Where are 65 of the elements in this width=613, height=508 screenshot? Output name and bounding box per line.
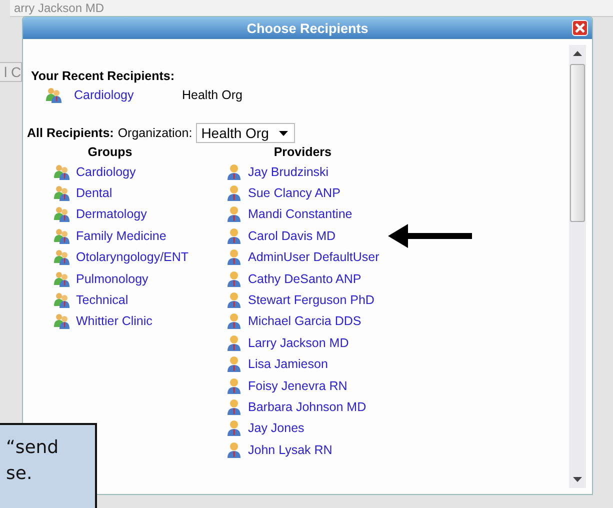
group-icon	[54, 313, 70, 330]
group-link[interactable]: Dermatology	[76, 207, 147, 222]
provider-link[interactable]: John Lysak RN	[248, 442, 332, 457]
provider-link[interactable]: Lisa Jamieson	[248, 357, 328, 372]
dropdown-caret-icon	[278, 130, 288, 136]
person-icon	[226, 334, 242, 351]
group-icon	[54, 206, 70, 222]
organization-name: Health Org	[182, 88, 242, 102]
provider-link[interactable]: Foisy Jenevra RN	[248, 378, 348, 393]
provider-link[interactable]: Larry Jackson MD	[248, 336, 349, 350]
group-link[interactable]: Technical	[76, 293, 128, 308]
arrow-icon	[388, 224, 472, 248]
window-title: Choose Recipients	[246, 20, 368, 36]
organization-dropdown[interactable]: Health Org	[196, 123, 295, 143]
column-heading: Groups	[86, 144, 134, 161]
person-icon	[226, 356, 242, 372]
person-icon	[226, 185, 242, 202]
provider-link[interactable]: AdminUser DefaultUser	[248, 250, 380, 264]
scroll-up-icon[interactable]	[573, 51, 582, 56]
person-icon	[226, 378, 242, 394]
provider-link[interactable]: Carol Davis MD	[248, 228, 336, 243]
group-icon	[46, 87, 62, 103]
provider-link[interactable]: Mandi Constantine	[248, 207, 352, 222]
person-icon	[226, 420, 242, 436]
provider-link[interactable]: Michael Garcia DDS	[248, 314, 362, 328]
group-icon	[54, 249, 70, 266]
provider-link[interactable]: Cathy DeSanto ANP	[248, 272, 362, 286]
group-link[interactable]: Pulmonology	[76, 272, 148, 286]
person-icon	[226, 292, 242, 308]
person-icon	[226, 249, 242, 266]
group-link[interactable]: Whittier Clinic	[76, 314, 152, 328]
person-icon	[226, 313, 242, 330]
close-icon	[574, 22, 586, 34]
close-button[interactable]	[572, 20, 588, 36]
person-icon	[226, 270, 242, 287]
provider-link[interactable]: Stewart Ferguson PhD	[248, 293, 374, 308]
group-link[interactable]: Cardiology	[76, 164, 136, 179]
scroll-down-icon[interactable]	[573, 477, 582, 482]
person-icon	[226, 164, 242, 180]
scrollbar[interactable]	[569, 45, 586, 488]
person-icon	[226, 398, 242, 415]
group-icon	[54, 292, 70, 308]
provider-link[interactable]: Barbara Johnson MD	[248, 400, 366, 414]
provider-link[interactable]: Jay Jones	[248, 421, 304, 436]
group-link[interactable]: Dental	[76, 186, 112, 200]
provider-link[interactable]: Sue Clancy ANP	[248, 186, 340, 200]
recipient-name: arry Jackson MD	[14, 1, 106, 15]
group-icon	[54, 228, 70, 244]
callout-text: “send	[6, 436, 59, 460]
group-icon	[54, 270, 70, 287]
person-icon	[226, 442, 242, 458]
provider-link[interactable]: Jay Brudzinski	[248, 164, 329, 179]
section-heading: Your Recent Recipients:	[31, 69, 176, 83]
person-icon	[226, 206, 242, 222]
group-link[interactable]: Family Medicine	[76, 228, 166, 243]
scroll-thumb[interactable]	[570, 64, 585, 222]
group-icon	[54, 164, 70, 180]
group-icon	[54, 185, 70, 202]
recipient-link[interactable]: Cardiology	[74, 88, 182, 102]
section-heading: All Recipients:	[27, 126, 114, 140]
callout-text: se.	[6, 462, 32, 486]
column-heading: Providers	[272, 144, 332, 161]
organization-label: Organization:	[118, 126, 192, 140]
person-icon	[226, 228, 242, 244]
group-link[interactable]: Otolaryngology/ENT	[76, 250, 189, 264]
